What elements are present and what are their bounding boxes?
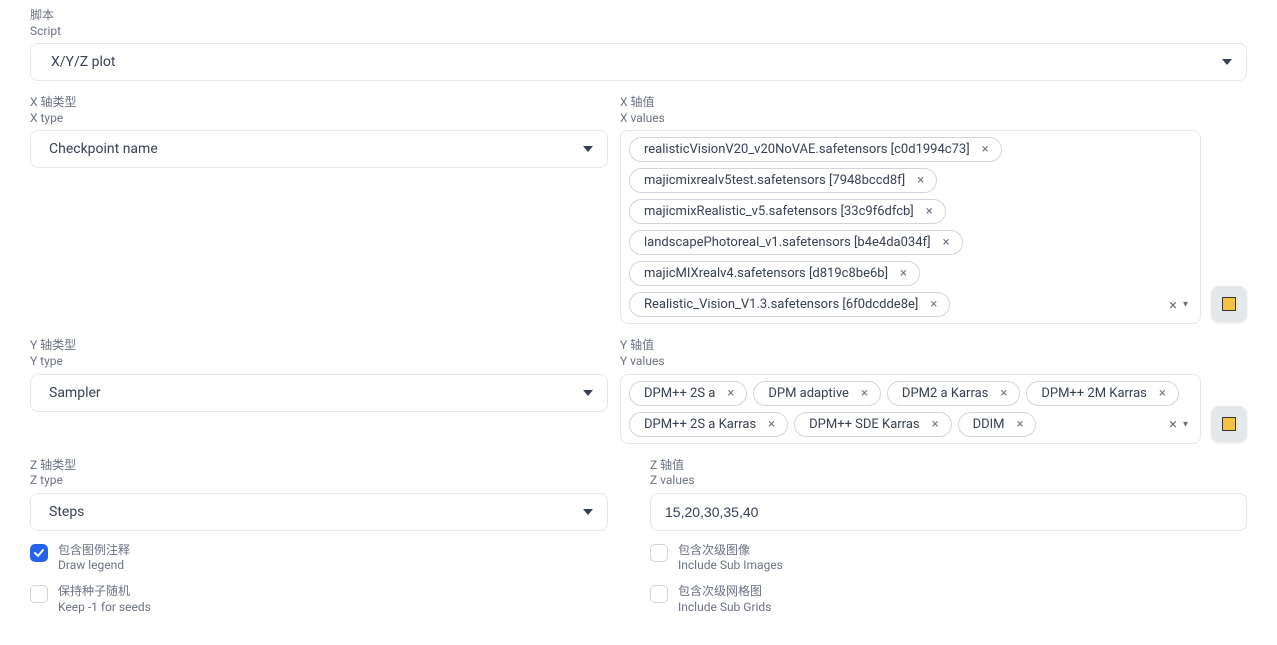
chip-label: majicMIXrealv4.safetensors [d819c8be6b] [644, 266, 888, 281]
draw-legend-label: 包含图例注释 Draw legend [58, 543, 130, 574]
sub-images-checkbox[interactable] [650, 544, 668, 562]
chipbox-actions: ×▾ [1169, 415, 1192, 433]
chip-label: majicmixrealv5test.safetensors [7948bccd… [644, 173, 905, 188]
chevron-down-icon[interactable]: ▾ [1183, 419, 1188, 430]
z-type-select[interactable]: Steps [30, 493, 608, 531]
value-chip: majicmixRealistic_v5.safetensors [33c9f6… [629, 199, 946, 224]
chip-label: Realistic_Vision_V1.3.safetensors [6f0dc… [644, 297, 918, 312]
y-preset-button[interactable] [1211, 406, 1247, 442]
chevron-down-icon [583, 390, 593, 396]
chip-label: DDIM [973, 417, 1005, 432]
chip-remove-icon[interactable]: × [898, 266, 909, 281]
value-chip: Realistic_Vision_V1.3.safetensors [6f0dc… [629, 292, 950, 317]
chip-remove-icon[interactable]: × [1015, 417, 1026, 432]
chip-remove-icon[interactable]: × [1157, 386, 1168, 401]
value-chip: majicMIXrealv4.safetensors [d819c8be6b] × [629, 261, 920, 286]
chip-remove-icon[interactable]: × [766, 417, 777, 432]
chip-label: DPM++ 2S a Karras [644, 417, 756, 432]
z-values-input[interactable] [650, 493, 1247, 531]
chip-remove-icon[interactable]: × [980, 142, 991, 157]
chip-label: DPM adaptive [768, 386, 849, 401]
keep-seeds-label: 保持种子随机 Keep -1 for seeds [58, 584, 151, 615]
y-type-label: Y 轴类型 Y type [30, 338, 608, 369]
chevron-down-icon [1222, 59, 1232, 65]
chip-remove-icon[interactable]: × [924, 204, 935, 219]
value-chip: DPM adaptive × [753, 381, 881, 406]
y-type-value: Sampler [49, 385, 101, 401]
clear-all-icon[interactable]: × [1169, 296, 1177, 314]
value-chip: DPM++ 2S a × [629, 381, 747, 406]
y-values-label: Y 轴值 Y values [620, 338, 1201, 369]
chip-label: realisticVisionV20_v20NoVAE.safetensors … [644, 142, 970, 157]
chip-remove-icon[interactable]: × [930, 417, 941, 432]
draw-legend-checkbox[interactable] [30, 544, 48, 562]
value-chip: majicmixrealv5test.safetensors [7948bccd… [629, 168, 937, 193]
x-type-value: Checkpoint name [49, 141, 158, 157]
value-chip: DPM2 a Karras × [887, 381, 1020, 406]
z-type-value: Steps [49, 504, 84, 520]
sub-images-label: 包含次级图像 Include Sub Images [678, 543, 783, 574]
preset-square-icon [1222, 297, 1236, 311]
chevron-down-icon [583, 146, 593, 152]
chip-remove-icon[interactable]: × [928, 297, 939, 312]
chip-label: DPM++ 2S a [644, 386, 715, 401]
chip-remove-icon[interactable]: × [998, 386, 1009, 401]
sub-grids-checkbox[interactable] [650, 585, 668, 603]
chevron-down-icon[interactable]: ▾ [1183, 299, 1188, 310]
value-chip: DPM++ SDE Karras × [794, 412, 951, 437]
chip-remove-icon[interactable]: × [915, 173, 926, 188]
chip-label: DPM2 a Karras [902, 386, 988, 401]
chip-label: DPM++ SDE Karras [809, 417, 920, 432]
z-values-label: Z 轴值 Z values [650, 458, 1247, 489]
value-chip: DPM++ 2S a Karras × [629, 412, 788, 437]
script-select-value: X/Y/Z plot [51, 54, 115, 70]
value-chip: DDIM × [958, 412, 1037, 437]
preset-square-icon [1222, 417, 1236, 431]
chip-remove-icon[interactable]: × [725, 386, 736, 401]
chip-label: majicmixRealistic_v5.safetensors [33c9f6… [644, 204, 914, 219]
x-values-label: X 轴值 X values [620, 95, 1201, 126]
y-values-chipbox[interactable]: DPM++ 2S a×DPM adaptive×DPM2 a Karras×DP… [620, 374, 1201, 444]
clear-all-icon[interactable]: × [1169, 415, 1177, 433]
sub-grids-label: 包含次级网格图 Include Sub Grids [678, 584, 771, 615]
value-chip: DPM++ 2M Karras × [1026, 381, 1178, 406]
script-select[interactable]: X/Y/Z plot [30, 43, 1247, 81]
keep-seeds-checkbox[interactable] [30, 585, 48, 603]
y-type-select[interactable]: Sampler [30, 374, 608, 412]
chipbox-actions: ×▾ [1169, 296, 1192, 314]
value-chip: realisticVisionV20_v20NoVAE.safetensors … [629, 137, 1002, 162]
script-label: 脚本 Script [30, 8, 1247, 39]
x-preset-button[interactable] [1211, 286, 1247, 322]
chevron-down-icon [583, 509, 593, 515]
z-type-label: Z 轴类型 Z type [30, 458, 608, 489]
x-type-select[interactable]: Checkpoint name [30, 130, 608, 168]
chip-remove-icon[interactable]: × [941, 235, 952, 250]
chip-label: landscapePhotoreal_v1.safetensors [b4e4d… [644, 235, 931, 250]
chip-label: DPM++ 2M Karras [1041, 386, 1147, 401]
chip-remove-icon[interactable]: × [859, 386, 870, 401]
x-values-chipbox[interactable]: realisticVisionV20_v20NoVAE.safetensors … [620, 130, 1201, 324]
x-type-label: X 轴类型 X type [30, 95, 608, 126]
value-chip: landscapePhotoreal_v1.safetensors [b4e4d… [629, 230, 963, 255]
